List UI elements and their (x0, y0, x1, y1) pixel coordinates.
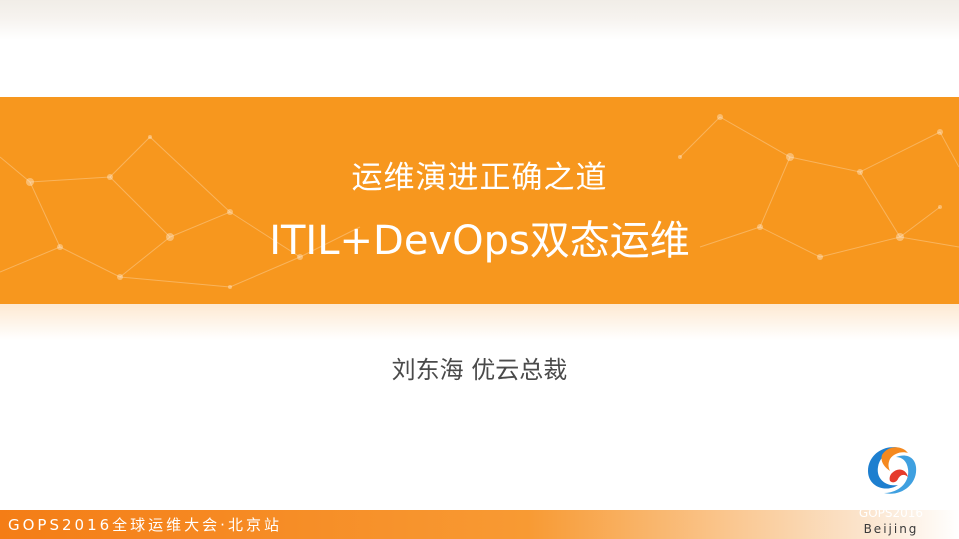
slide-title-line2: ITIL+DevOps双态运维 (269, 218, 690, 264)
author-line: 刘东海 优云总裁 (391, 356, 568, 384)
slide-title-line1: 运维演进正确之道 (351, 160, 608, 196)
logo-text-beijing: Beijing (863, 522, 919, 536)
top-texture (0, 0, 959, 40)
logo-text-gops: GOPS2016 (858, 506, 924, 520)
footer-event-text: GOPS2016全球运维大会·北京站 (8, 516, 282, 534)
network-pattern-decoration (0, 114, 959, 289)
banner-reflection (0, 304, 959, 340)
title-banner (0, 97, 959, 304)
gops-swirl-logo-icon (868, 447, 917, 494)
